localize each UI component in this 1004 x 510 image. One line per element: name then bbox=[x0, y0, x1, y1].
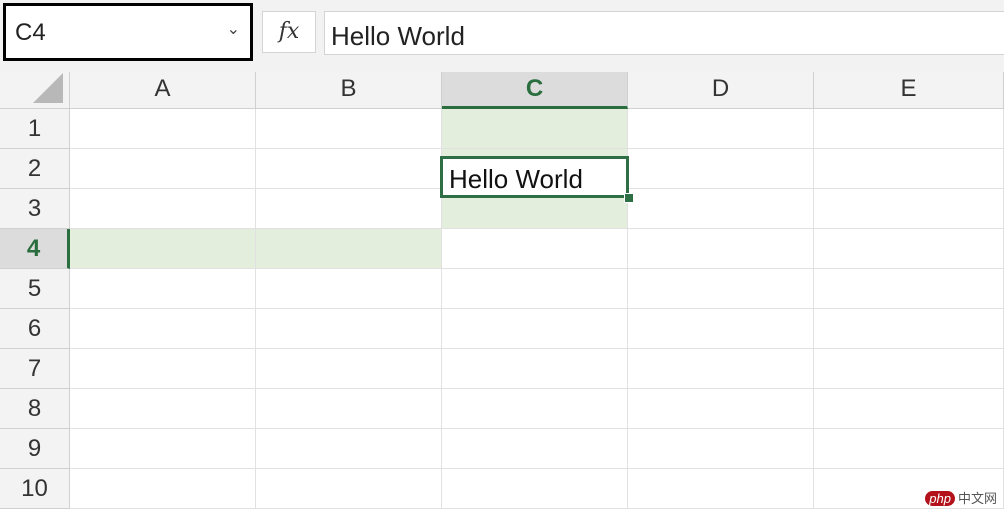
active-cell-value: Hello World bbox=[449, 164, 583, 194]
cell-a6[interactable] bbox=[70, 309, 256, 349]
cell-c9[interactable] bbox=[442, 429, 628, 469]
cell-c8[interactable] bbox=[442, 389, 628, 429]
cell-b2[interactable] bbox=[256, 149, 442, 189]
column-header-d[interactable]: D bbox=[628, 72, 814, 109]
cell-a4[interactable] bbox=[70, 229, 256, 269]
cell-e1[interactable] bbox=[814, 109, 1004, 149]
cell-d5[interactable] bbox=[628, 269, 814, 309]
row-header-9[interactable]: 9 bbox=[0, 429, 70, 469]
row-header-10[interactable]: 10 bbox=[0, 469, 70, 509]
cell-c4[interactable] bbox=[442, 229, 628, 269]
cell-d10[interactable] bbox=[628, 469, 814, 509]
cell-b10[interactable] bbox=[256, 469, 442, 509]
cell-e3[interactable] bbox=[814, 189, 1004, 229]
formula-text: Hello World bbox=[331, 21, 465, 51]
formula-bar: C4 ⌄ fx Hello World bbox=[0, 0, 1004, 72]
cell-c1[interactable] bbox=[442, 109, 628, 149]
cell-b4[interactable] bbox=[256, 229, 442, 269]
cell-b3[interactable] bbox=[256, 189, 442, 229]
row-header-2[interactable]: 2 bbox=[0, 149, 70, 189]
insert-function-button[interactable]: fx bbox=[262, 11, 316, 53]
column-header-a[interactable]: A bbox=[70, 72, 256, 109]
cell-e4[interactable] bbox=[814, 229, 1004, 269]
row-header-1[interactable]: 1 bbox=[0, 109, 70, 149]
cell-a7[interactable] bbox=[70, 349, 256, 389]
name-box[interactable]: C4 ⌄ bbox=[3, 3, 253, 61]
cell-b1[interactable] bbox=[256, 109, 442, 149]
cell-e8[interactable] bbox=[814, 389, 1004, 429]
cell-d2[interactable] bbox=[628, 149, 814, 189]
cell-c5[interactable] bbox=[442, 269, 628, 309]
cell-a8[interactable] bbox=[70, 389, 256, 429]
cell-a3[interactable] bbox=[70, 189, 256, 229]
cell-b5[interactable] bbox=[256, 269, 442, 309]
cell-e6[interactable] bbox=[814, 309, 1004, 349]
cell-c7[interactable] bbox=[442, 349, 628, 389]
spreadsheet-grid: A B C D E 1 2 3 4 5 6 7 8 9 10 bbox=[0, 72, 1004, 510]
cell-d3[interactable] bbox=[628, 189, 814, 229]
cell-e7[interactable] bbox=[814, 349, 1004, 389]
chevron-down-icon[interactable]: ⌄ bbox=[227, 19, 240, 39]
cell-a10[interactable] bbox=[70, 469, 256, 509]
row-header-5[interactable]: 5 bbox=[0, 269, 70, 309]
cell-d4[interactable] bbox=[628, 229, 814, 269]
row-header-3[interactable]: 3 bbox=[0, 189, 70, 229]
column-header-c[interactable]: C bbox=[442, 72, 628, 109]
cell-d8[interactable] bbox=[628, 389, 814, 429]
select-all-button[interactable] bbox=[0, 72, 70, 109]
cell-d1[interactable] bbox=[628, 109, 814, 149]
formula-input[interactable]: Hello World bbox=[324, 11, 1004, 55]
cell-c10[interactable] bbox=[442, 469, 628, 509]
cell-b7[interactable] bbox=[256, 349, 442, 389]
cell-c6[interactable] bbox=[442, 309, 628, 349]
watermark-text: 中文网 bbox=[957, 491, 997, 506]
name-box-value: C4 bbox=[15, 19, 46, 46]
cell-a5[interactable] bbox=[70, 269, 256, 309]
cell-e2[interactable] bbox=[814, 149, 1004, 189]
watermark-logo: php bbox=[925, 491, 955, 506]
cell-e9[interactable] bbox=[814, 429, 1004, 469]
column-header-e[interactable]: E bbox=[814, 72, 1004, 109]
cell-e5[interactable] bbox=[814, 269, 1004, 309]
cell-a9[interactable] bbox=[70, 429, 256, 469]
cell-d6[interactable] bbox=[628, 309, 814, 349]
row-header-8[interactable]: 8 bbox=[0, 389, 70, 429]
row-header-7[interactable]: 7 bbox=[0, 349, 70, 389]
watermark: php 中文网 bbox=[922, 487, 1000, 508]
cell-b8[interactable] bbox=[256, 389, 442, 429]
cell-d7[interactable] bbox=[628, 349, 814, 389]
active-cell[interactable]: Hello World bbox=[440, 156, 629, 198]
fill-handle[interactable] bbox=[624, 193, 634, 203]
cell-a1[interactable] bbox=[70, 109, 256, 149]
select-all-triangle-icon bbox=[33, 73, 63, 103]
row-header-6[interactable]: 6 bbox=[0, 309, 70, 349]
cell-b6[interactable] bbox=[256, 309, 442, 349]
cell-b9[interactable] bbox=[256, 429, 442, 469]
row-header-4[interactable]: 4 bbox=[0, 229, 70, 269]
cell-a2[interactable] bbox=[70, 149, 256, 189]
cell-d9[interactable] bbox=[628, 429, 814, 469]
column-header-b[interactable]: B bbox=[256, 72, 442, 109]
